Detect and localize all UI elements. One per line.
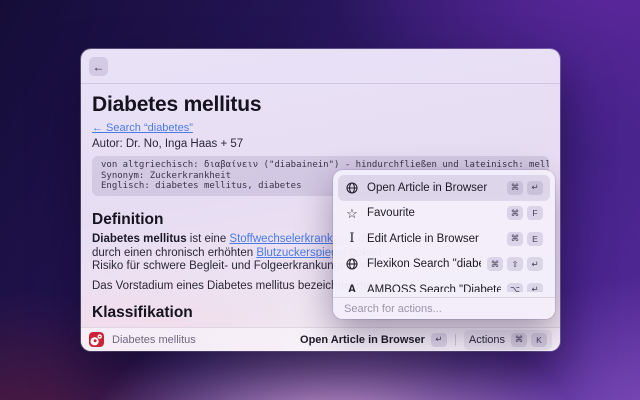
actions-popover: Open Article in Browser ⌘↵ ☆ Favourite ⌘… (333, 170, 555, 319)
f-key-badge: F (527, 206, 543, 220)
actions-list: Open Article in Browser ⌘↵ ☆ Favourite ⌘… (333, 170, 555, 292)
menu-item-amboss-search[interactable]: A AMBOSS Search "Diabetes mellitus" ⌥↵ (338, 277, 550, 292)
menu-item-flexikon-search[interactable]: Flexikon Search "diabetes" ⌘⇧↵ (338, 252, 550, 278)
option-key-badge: ⌥ (507, 283, 523, 292)
text-cursor-icon: I (345, 232, 359, 245)
window-header: ← (81, 49, 560, 84)
status-item-title: Diabetes mellitus (112, 334, 300, 346)
search-back-link[interactable]: ← Search “diabetes” (92, 122, 193, 135)
statusbar-divider (455, 334, 456, 346)
back-arrow-icon: ← (93, 60, 105, 74)
return-key-badge: ↵ (431, 333, 447, 347)
letter-a-icon: A (345, 284, 359, 292)
app-window: ← Diabetes mellitus ← Search “diabetes” … (81, 49, 560, 351)
page-title: Diabetes mellitus (92, 93, 549, 117)
doccheck-app-icon (89, 332, 104, 347)
cmd-key-badge: ⌘ (507, 232, 523, 246)
author-line: Autor: Dr. No, Inga Haas + 57 (92, 138, 549, 151)
cmd-key-badge: ⌘ (511, 333, 527, 347)
desktop: { "window": { "header": { "back_icon": "… (0, 0, 640, 400)
return-key-badge: ↵ (527, 181, 543, 195)
actions-label: Actions (469, 334, 505, 346)
shift-key-badge: ⇧ (507, 257, 523, 271)
menu-item-favourite[interactable]: ☆ Favourite ⌘F (338, 201, 550, 227)
cmd-key-badge: ⌘ (507, 181, 523, 195)
star-icon: ☆ (345, 207, 359, 220)
return-key-badge: ↵ (527, 283, 543, 292)
cmd-key-badge: ⌘ (487, 257, 503, 271)
k-key-badge: K (531, 333, 547, 347)
menu-item-open-article[interactable]: Open Article in Browser ⌘↵ (338, 175, 550, 201)
globe-icon (345, 258, 359, 270)
menu-item-edit-article[interactable]: I Edit Article in Browser ⌘E (338, 226, 550, 252)
bold-term: Diabetes mellitus (92, 233, 187, 245)
back-button[interactable]: ← (89, 57, 108, 76)
actions-button[interactable]: Actions ⌘ K (464, 330, 552, 350)
e-key-badge: E (527, 232, 543, 246)
return-key-badge: ↵ (527, 257, 543, 271)
actions-search-footer (333, 297, 555, 319)
status-bar: Diabetes mellitus Open Article in Browse… (81, 327, 560, 351)
actions-search-input[interactable] (344, 303, 544, 315)
globe-icon (345, 182, 359, 194)
cmd-key-badge: ⌘ (507, 206, 523, 220)
primary-action-button[interactable]: Open Article in Browser (300, 334, 425, 346)
etymology-line: von altgriechisch: διαβαίνειν ("diabaine… (101, 160, 540, 171)
